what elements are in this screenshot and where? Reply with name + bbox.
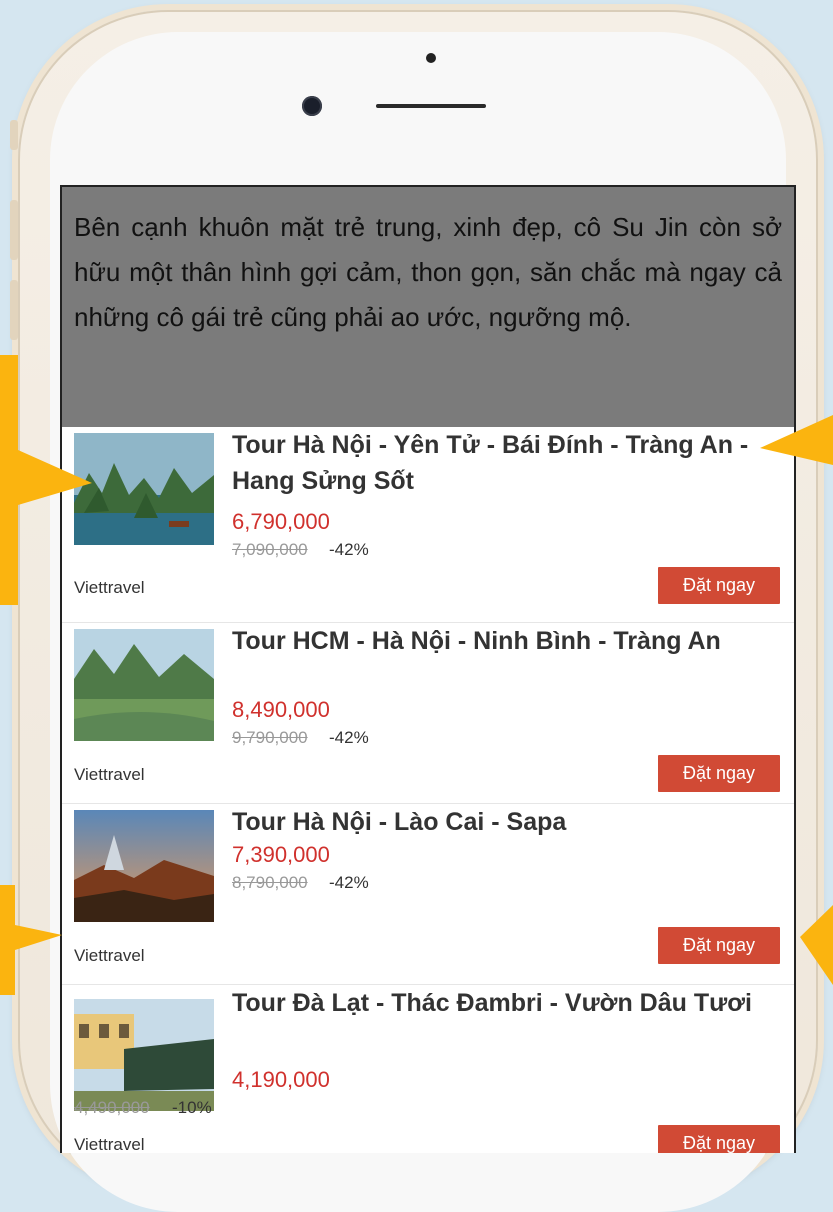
- tour-agency: Viettravel: [74, 946, 145, 965]
- tour-title[interactable]: Tour HCM - Hà Nội - Ninh Bình - Tràng An: [232, 623, 782, 659]
- tour-card[interactable]: Tour Đà Lạt - Thác Đambri - Vườn Dâu Tươ…: [62, 985, 794, 1153]
- phone-screen: Bên cạnh khuôn mặt trẻ trung, xinh đẹp, …: [60, 185, 796, 1153]
- tour-card[interactable]: Tour Hà Nội - Yên Tử - Bái Đính - Tràng …: [62, 427, 794, 623]
- arrow-left-upper-icon: [0, 355, 92, 605]
- phone-volume-down: [10, 280, 18, 340]
- tour-old-price: 8,790,000: [232, 873, 308, 892]
- tour-discount: -42%: [329, 728, 369, 747]
- tour-price: 7,390,000: [232, 842, 330, 867]
- tour-old-price: 4,490,000: [74, 1098, 150, 1117]
- proximity-sensor: [426, 53, 436, 63]
- tour-price: 6,790,000: [232, 509, 330, 534]
- tour-thumbnail[interactable]: [74, 999, 214, 1111]
- arrow-right-upper-icon: [760, 415, 833, 465]
- earpiece-speaker: [376, 104, 486, 108]
- tour-old-price: 7,090,000: [232, 540, 308, 559]
- phone-side-button: [10, 120, 18, 150]
- tour-price: 8,490,000: [232, 697, 330, 722]
- tour-thumbnail[interactable]: [74, 629, 214, 741]
- tour-discount: -42%: [329, 873, 369, 892]
- book-now-button[interactable]: Đặt ngay: [658, 927, 780, 964]
- tour-agency: Viettravel: [74, 765, 145, 784]
- book-now-button[interactable]: Đặt ngay: [658, 1125, 780, 1153]
- tour-card[interactable]: Tour Hà Nội - Lào Cai - Sapa 7,390,000 8…: [62, 804, 794, 985]
- article-caption: Bên cạnh khuôn mặt trẻ trung, xinh đẹp, …: [62, 187, 794, 427]
- tour-agency: Viettravel: [74, 1135, 145, 1153]
- phone-volume-up: [10, 200, 18, 260]
- tour-discount: -42%: [329, 540, 369, 559]
- tour-thumbnail[interactable]: [74, 810, 214, 922]
- tour-title[interactable]: Tour Hà Nội - Yên Tử - Bái Đính - Tràng …: [232, 427, 782, 499]
- tour-old-price: 9,790,000: [232, 728, 308, 747]
- arrow-right-lower-icon: [800, 905, 833, 985]
- tour-card[interactable]: Tour HCM - Hà Nội - Ninh Bình - Tràng An…: [62, 623, 794, 804]
- book-now-button[interactable]: Đặt ngay: [658, 567, 780, 604]
- tour-title[interactable]: Tour Đà Lạt - Thác Đambri - Vườn Dâu Tươ…: [232, 985, 782, 1021]
- book-now-button[interactable]: Đặt ngay: [658, 755, 780, 792]
- tour-thumbnail[interactable]: [74, 433, 214, 545]
- tour-price: 4,190,000: [232, 1067, 330, 1092]
- tour-title[interactable]: Tour Hà Nội - Lào Cai - Sapa: [232, 804, 782, 840]
- front-camera: [302, 96, 322, 116]
- arrow-left-lower-icon: [0, 885, 62, 995]
- tour-discount: -10%: [172, 1098, 212, 1117]
